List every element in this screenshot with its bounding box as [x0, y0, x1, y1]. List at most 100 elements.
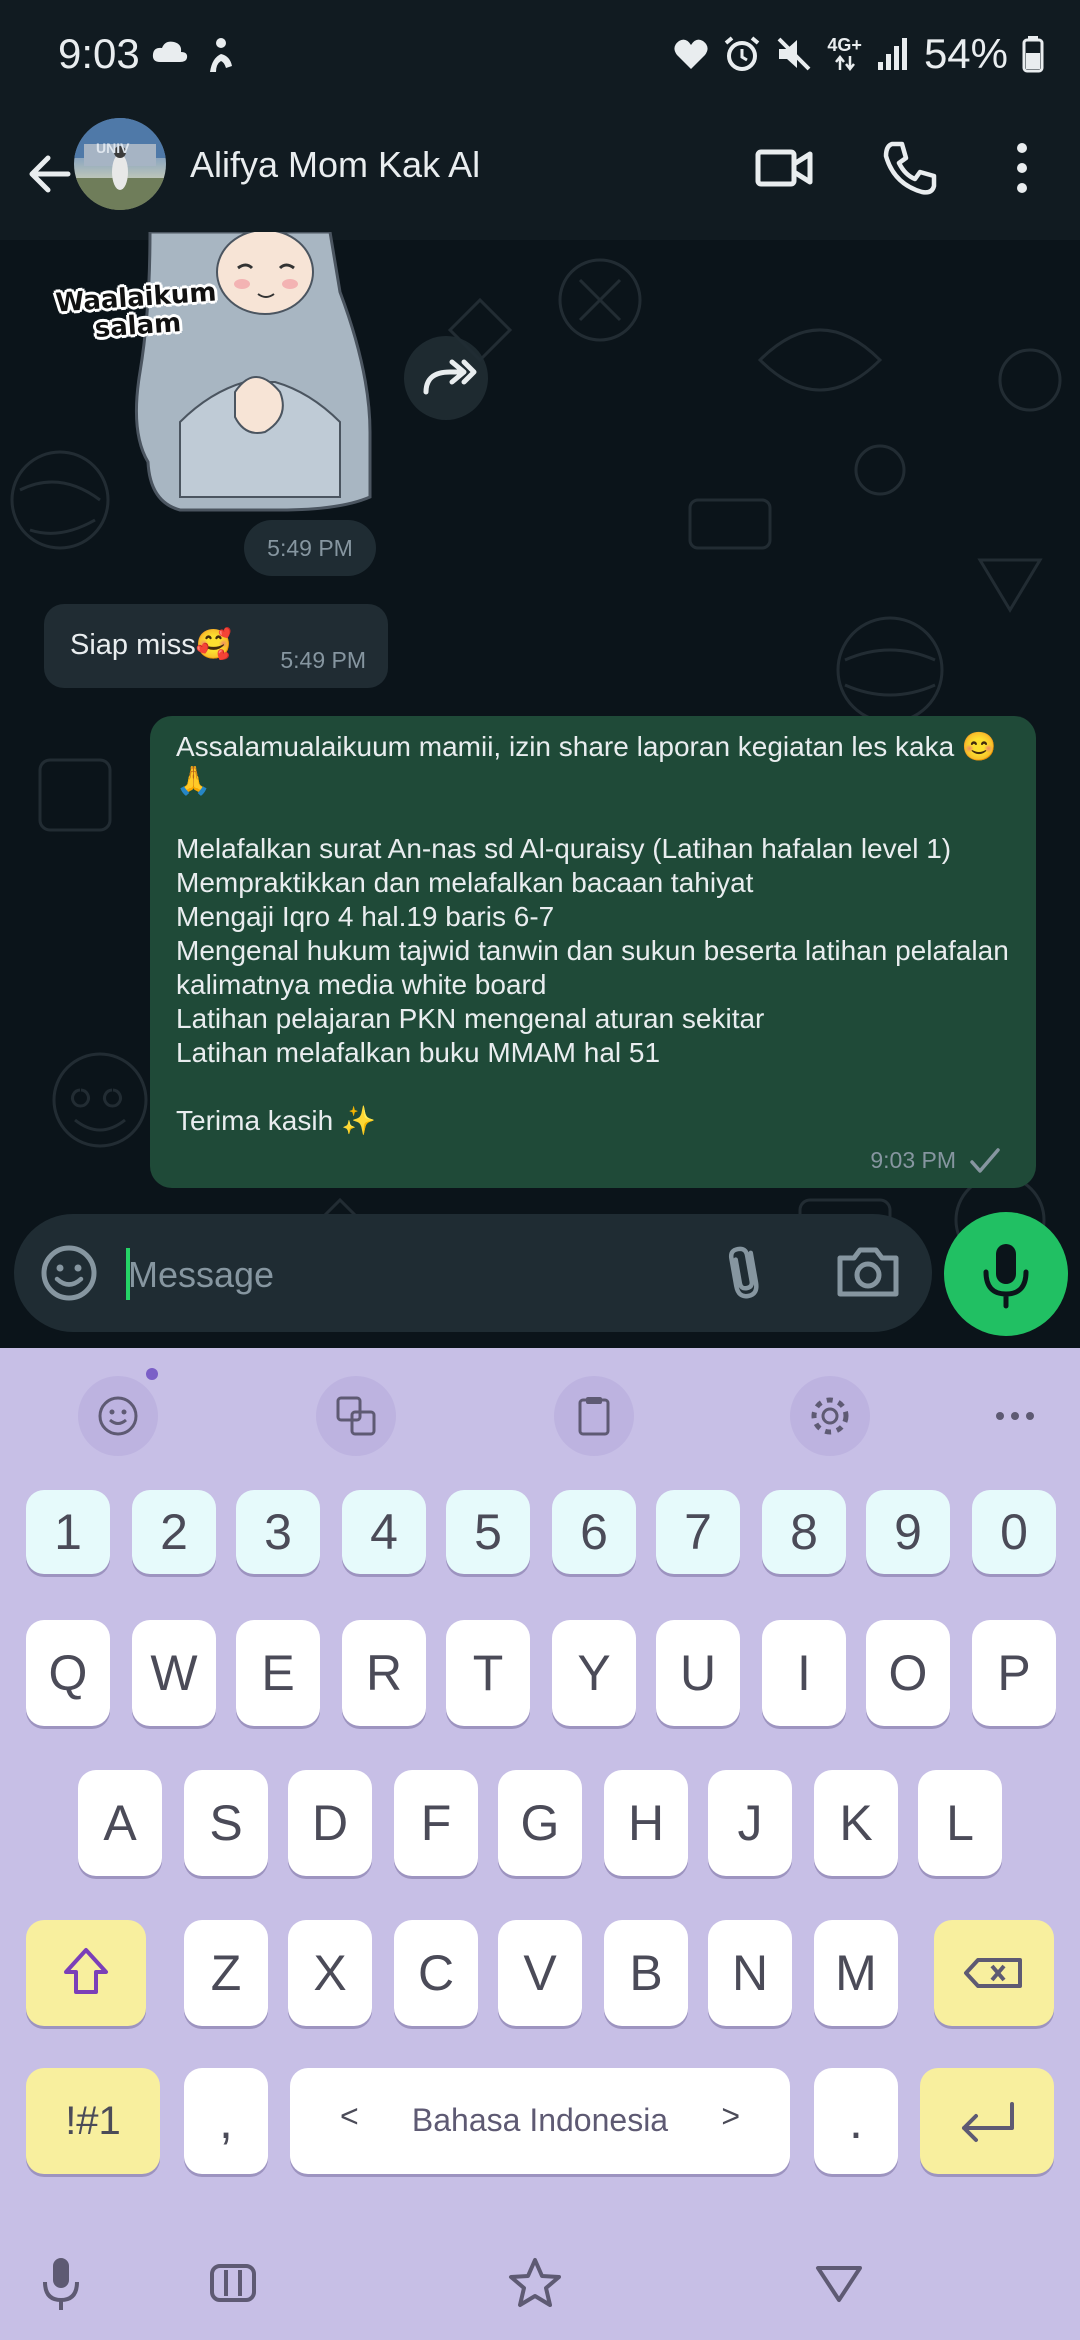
key-z[interactable]: Z [184, 1920, 268, 2026]
key-2[interactable]: 2 [132, 1490, 216, 1574]
contact-name[interactable]: Alifya Mom Kak Al [190, 144, 480, 186]
key-label: . [849, 2093, 863, 2149]
key-g[interactable]: G [498, 1770, 582, 1876]
key-v[interactable]: V [498, 1920, 582, 2026]
key-6[interactable]: 6 [552, 1490, 636, 1574]
shift-key[interactable] [26, 1920, 146, 2026]
back-arrow-icon[interactable] [18, 142, 82, 206]
key-j[interactable]: J [708, 1770, 792, 1876]
text-caret [126, 1248, 130, 1300]
kb-translate-button[interactable] [316, 1376, 396, 1456]
key-w[interactable]: W [132, 1620, 216, 1726]
key-o[interactable]: O [866, 1620, 950, 1726]
key-label: J [737, 1795, 763, 1851]
key-5[interactable]: 5 [446, 1490, 530, 1574]
key-y[interactable]: Y [552, 1620, 636, 1726]
key-i[interactable]: I [762, 1620, 846, 1726]
incoming-message[interactable]: Siap miss🥰 5:49 PM [44, 604, 388, 688]
key-k[interactable]: K [814, 1770, 898, 1876]
avatar[interactable]: UNIV [74, 118, 166, 210]
outgoing-message-time: 9:03 PM [870, 1147, 956, 1173]
key-label: Y [577, 1645, 611, 1701]
key-d[interactable]: D [288, 1770, 372, 1876]
key-3[interactable]: 3 [236, 1490, 320, 1574]
key-label: L [946, 1795, 974, 1851]
alarm-icon [725, 36, 760, 71]
key-9[interactable]: 9 [866, 1490, 950, 1574]
cloud-icon [152, 41, 188, 62]
key-l[interactable]: L [918, 1770, 1002, 1876]
key-label: S [209, 1795, 243, 1851]
key-e[interactable]: E [236, 1620, 320, 1726]
backspace-key[interactable] [934, 1920, 1054, 2026]
key-b[interactable]: B [604, 1920, 688, 2026]
phone-icon[interactable] [878, 136, 942, 200]
space-key[interactable]: < Bahasa Indonesia > [290, 2068, 790, 2174]
key-8[interactable]: 8 [762, 1490, 846, 1574]
gear-icon [811, 1397, 849, 1435]
key-a[interactable]: A [78, 1770, 162, 1876]
symbols-key[interactable]: !#1 [26, 2068, 160, 2174]
sticker-image[interactable] [40, 232, 380, 512]
key-label: R [365, 1645, 403, 1701]
key-7[interactable]: 7 [656, 1490, 740, 1574]
kb-emoji-button[interactable] [78, 1376, 158, 1456]
key-4[interactable]: 4 [342, 1490, 426, 1574]
kb-voice-input-icon[interactable] [26, 2248, 96, 2318]
clipboard-icon [578, 1397, 610, 1436]
attach-icon[interactable] [714, 1240, 778, 1304]
kb-more-button[interactable] [990, 1396, 1040, 1436]
kb-handwriting-icon[interactable] [198, 2248, 268, 2318]
outgoing-message-text: Assalamualaikuum mamii, izin share lapor… [176, 731, 1009, 1136]
key-x[interactable]: X [288, 1920, 372, 2026]
key-0[interactable]: 0 [972, 1490, 1056, 1574]
outgoing-message[interactable]: Assalamualaikuum mamii, izin share lapor… [150, 716, 1036, 1188]
key-m[interactable]: M [814, 1920, 898, 2026]
key-q[interactable]: Q [26, 1620, 110, 1726]
key-label: I [797, 1645, 811, 1701]
key-f[interactable]: F [394, 1770, 478, 1876]
key-label: U [679, 1645, 717, 1701]
key-label: T [472, 1645, 504, 1701]
kb-hide-keyboard-icon[interactable] [804, 2248, 874, 2318]
key-label: G [520, 1795, 560, 1851]
incoming-message-text: Siap miss🥰 [70, 629, 232, 661]
video-call-icon[interactable] [752, 136, 816, 200]
status-right: 4G+ 54% [673, 30, 1044, 78]
more-options-icon[interactable] [990, 136, 1054, 200]
more-horizontal-icon [996, 1412, 1034, 1420]
forward-button[interactable] [404, 336, 488, 420]
key-u[interactable]: U [656, 1620, 740, 1726]
key-p[interactable]: P [972, 1620, 1056, 1726]
key-label: !#1 [65, 2099, 121, 2143]
key-label: D [311, 1795, 349, 1851]
enter-key[interactable] [920, 2068, 1054, 2174]
kb-settings-button[interactable] [790, 1376, 870, 1456]
key-label: O [888, 1645, 928, 1701]
key-label: A [103, 1795, 137, 1851]
enter-icon [962, 2102, 1014, 2142]
status-left-icons [150, 36, 238, 76]
key-s[interactable]: S [184, 1770, 268, 1876]
message-input[interactable] [126, 1246, 690, 1304]
key-r[interactable]: R [342, 1620, 426, 1726]
shift-icon [64, 1948, 108, 1994]
incoming-message-time: 5:49 PM [280, 647, 366, 673]
key-label: 9 [894, 1504, 922, 1560]
emoji-icon[interactable] [36, 1240, 102, 1306]
avatar-photo [74, 118, 166, 210]
voice-record-button[interactable] [944, 1212, 1068, 1336]
key-n[interactable]: N [708, 1920, 792, 2026]
kb-clipboard-button[interactable] [554, 1376, 634, 1456]
key-1[interactable]: 1 [26, 1490, 110, 1574]
key-t[interactable]: T [446, 1620, 530, 1726]
key-label: X [313, 1945, 347, 2001]
key-h[interactable]: H [604, 1770, 688, 1876]
comma-key[interactable]: , [184, 2068, 268, 2174]
camera-icon[interactable] [834, 1240, 902, 1304]
period-key[interactable]: . [814, 2068, 898, 2174]
kb-star-icon[interactable] [500, 2248, 570, 2318]
key-label: , [219, 2093, 233, 2149]
kb-emoji-icon [98, 1396, 138, 1436]
key-c[interactable]: C [394, 1920, 478, 2026]
